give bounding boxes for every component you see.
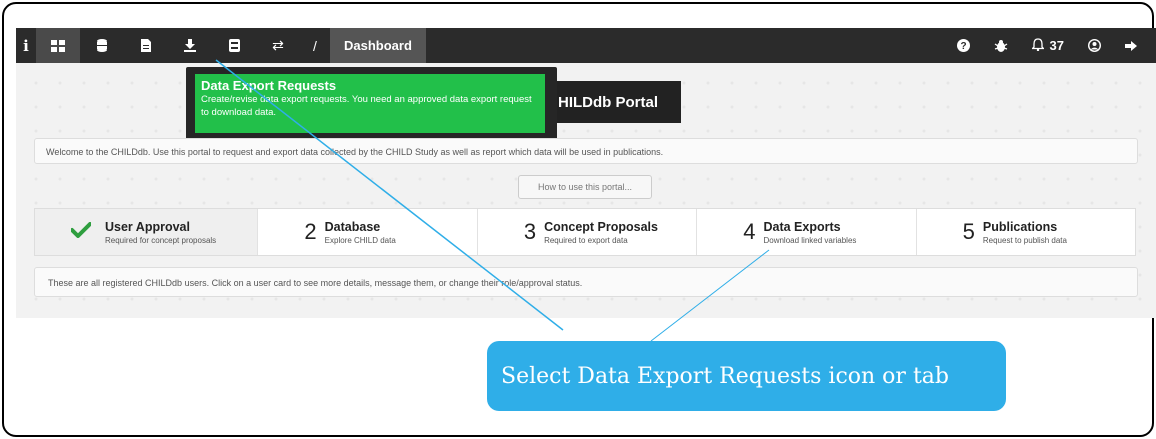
dashboard-grid-icon[interactable] xyxy=(36,28,80,63)
logout-icon[interactable] xyxy=(1113,28,1150,63)
notifications-button[interactable]: 37 xyxy=(1020,28,1076,63)
step-subtitle: Download linked variables xyxy=(763,235,857,245)
checkmark-icon xyxy=(70,221,92,244)
how-to-use-button[interactable]: How to use this portal... xyxy=(518,175,652,199)
bug-icon[interactable] xyxy=(982,28,1020,63)
users-note: These are all registered CHILDdb users. … xyxy=(34,267,1138,297)
step-title: Data Exports xyxy=(763,219,841,234)
instruction-callout: Select Data Export Requests icon or tab xyxy=(487,341,1006,411)
question-icon[interactable]: ? xyxy=(945,28,982,63)
bell-icon xyxy=(1030,37,1045,54)
step-concept-proposals[interactable]: 3 Concept Proposals Required to export d… xyxy=(478,209,698,255)
download-icon[interactable] xyxy=(168,28,212,63)
step-title: Publications xyxy=(982,219,1058,234)
tooltip-data-export-requests: Data Export Requests Create/revise data … xyxy=(186,67,557,141)
step-subtitle: Explore CHILD data xyxy=(324,235,396,245)
step-title: User Approval xyxy=(105,219,190,234)
tooltip-body: Data Export Requests Create/revise data … xyxy=(195,74,545,133)
step-subtitle: Required to export data xyxy=(544,235,628,245)
transfer-icon[interactable]: ⇄ xyxy=(256,28,300,63)
svg-text:?: ? xyxy=(960,41,966,52)
database-icon[interactable] xyxy=(80,28,124,63)
step-database[interactable]: 2 Database Explore CHILD data xyxy=(258,209,478,255)
tab-dashboard[interactable]: Dashboard xyxy=(330,28,426,63)
step-number: 3 xyxy=(523,219,537,244)
welcome-message: Welcome to the CHILDdb. Use this portal … xyxy=(34,138,1138,164)
workflow-steps: User Approval Required for concept propo… xyxy=(34,208,1136,256)
step-data-exports[interactable]: 4 Data Exports Download linked variables xyxy=(697,209,917,255)
step-publications[interactable]: 5 Publications Request to publish data xyxy=(917,209,1135,255)
step-number: 4 xyxy=(743,219,756,244)
notification-count: 37 xyxy=(1049,38,1064,53)
step-subtitle: Request to publish data xyxy=(982,235,1067,245)
book-icon[interactable] xyxy=(212,28,256,63)
step-title: Database xyxy=(324,219,381,234)
top-navbar: i ⇄ / Dashboard ? 37 xyxy=(16,28,1156,63)
tooltip-text: Create/revise data export requests. You … xyxy=(201,94,532,118)
breadcrumb-separator: / xyxy=(313,37,317,54)
document-icon[interactable] xyxy=(124,28,168,63)
info-icon[interactable]: i xyxy=(16,37,36,55)
step-user-approval[interactable]: User Approval Required for concept propo… xyxy=(35,209,259,255)
user-icon[interactable] xyxy=(1076,28,1113,63)
step-number: 2 xyxy=(304,219,317,244)
step-title: Concept Proposals xyxy=(544,219,658,234)
portal-title: HILDdb Portal xyxy=(554,81,681,123)
step-subtitle: Required for concept proposals xyxy=(105,235,217,245)
step-number: 5 xyxy=(962,219,975,244)
tooltip-title: Data Export Requests xyxy=(201,78,337,93)
